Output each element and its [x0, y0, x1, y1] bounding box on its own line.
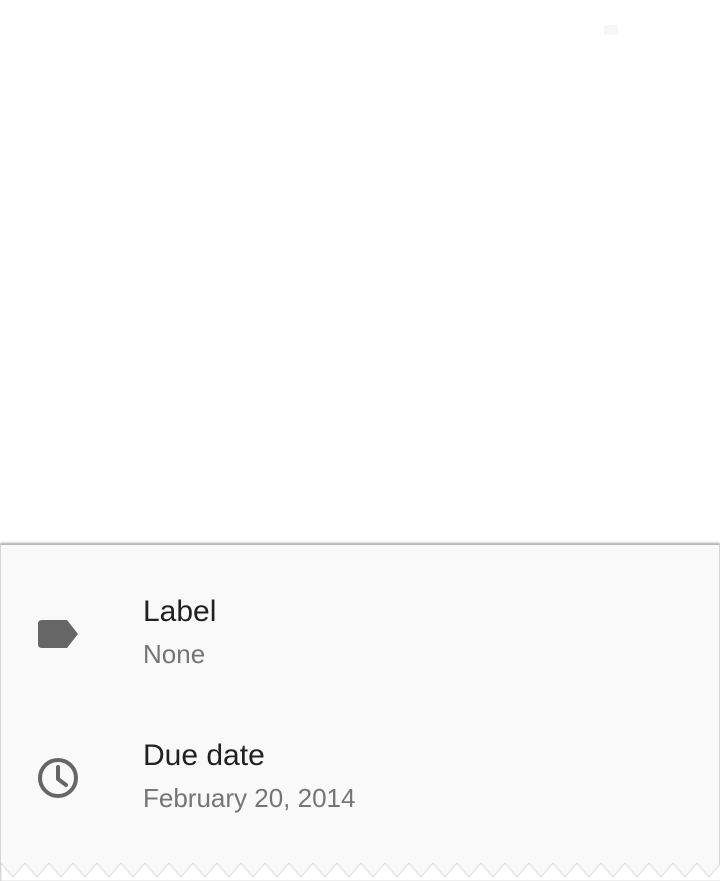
due-date-title: Due date [143, 739, 265, 772]
details-panel: Label None Due date February 20, 2014 [0, 544, 720, 881]
label-tag-icon [37, 613, 79, 655]
due-date-row[interactable]: Due date February 20, 2014 [1, 729, 719, 849]
clock-icon [37, 757, 79, 799]
content-area [0, 0, 720, 544]
due-date-value: February 20, 2014 [143, 783, 356, 813]
torn-edge [1, 862, 720, 881]
label-value: None [143, 639, 206, 669]
label-row[interactable]: Label None [1, 585, 719, 705]
label-title: Label [143, 595, 217, 628]
faint-mark [604, 25, 618, 35]
